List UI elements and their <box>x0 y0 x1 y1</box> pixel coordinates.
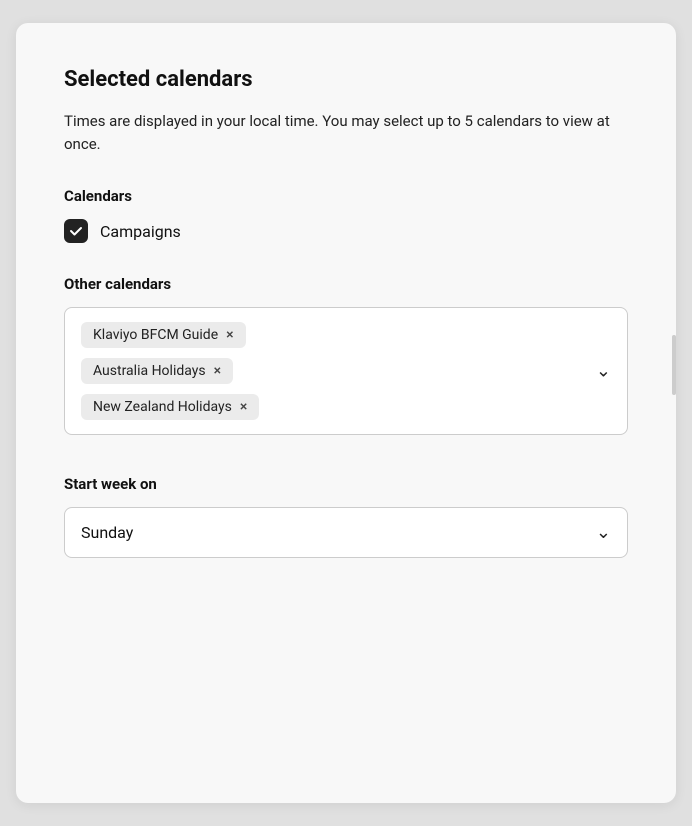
other-calendars-section: Other calendars Klaviyo BFCM Guide × Aus… <box>64 275 628 435</box>
calendars-section: Calendars Campaigns <box>64 187 628 243</box>
tag-klaviyo-bfcm-label: Klaviyo BFCM Guide <box>93 327 218 343</box>
tag-klaviyo-bfcm: Klaviyo BFCM Guide × <box>81 322 246 348</box>
tag-new-zealand-holidays-remove[interactable]: × <box>240 400 247 414</box>
tag-australia-holidays-label: Australia Holidays <box>93 363 206 379</box>
tag-australia-holidays: Australia Holidays × <box>81 358 233 384</box>
start-week-select[interactable]: Sunday ⌄ <box>64 507 628 558</box>
calendar-item-campaigns: Campaigns <box>64 219 628 243</box>
start-week-label: Start week on <box>64 475 628 493</box>
start-week-section: Start week on Sunday ⌄ <box>64 475 628 558</box>
scrollbar[interactable] <box>672 335 676 395</box>
other-calendars-chevron-down-icon[interactable]: ⌄ <box>596 361 611 382</box>
tag-new-zealand-holidays-label: New Zealand Holidays <box>93 399 232 415</box>
tag-klaviyo-bfcm-remove[interactable]: × <box>226 328 233 342</box>
start-week-chevron-down-icon: ⌄ <box>596 522 611 543</box>
tag-australia-holidays-remove[interactable]: × <box>214 364 221 378</box>
campaigns-label: Campaigns <box>100 222 181 241</box>
calendars-section-label: Calendars <box>64 187 628 205</box>
campaigns-checkbox[interactable] <box>64 219 88 243</box>
other-calendars-section-label: Other calendars <box>64 275 628 293</box>
selected-calendars-panel: Selected calendars Times are displayed i… <box>16 23 676 803</box>
other-calendars-multiselect[interactable]: Klaviyo BFCM Guide × Australia Holidays … <box>64 307 628 435</box>
panel-title: Selected calendars <box>64 67 628 92</box>
tag-new-zealand-holidays: New Zealand Holidays × <box>81 394 259 420</box>
start-week-selected-value: Sunday <box>81 523 133 542</box>
panel-description: Times are displayed in your local time. … <box>64 110 628 155</box>
